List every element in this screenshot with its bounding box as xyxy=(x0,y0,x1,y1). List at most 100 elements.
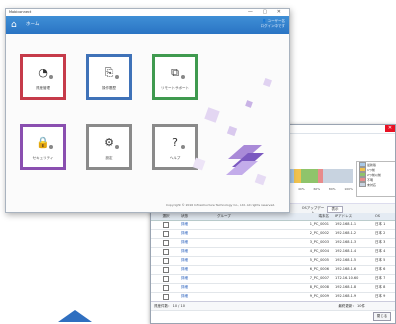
column-header[interactable]: グループ xyxy=(215,213,271,220)
table-row[interactable]: 詳細 4_PC_0004 192.168.1.4 日本 4 xyxy=(151,248,395,257)
detail-link[interactable]: 詳細 xyxy=(179,230,215,238)
detail-link[interactable]: 詳細 xyxy=(179,275,215,283)
detail-link[interactable]: 詳細 xyxy=(179,257,215,265)
table-header: 選択 状態 グループ 端末名 IPアドレス OS xyxy=(151,213,395,221)
table-row[interactable]: 詳細 2_PC_0002 192.168.1.2 日本 2 xyxy=(151,230,395,239)
device-name-cell: 5_PC_0005 xyxy=(309,258,329,262)
os-cell: 日本 1 xyxy=(375,222,386,226)
row-checkbox[interactable] xyxy=(151,266,179,274)
tile-label: セキュリティ xyxy=(32,156,54,160)
close-button[interactable]: 閉じる xyxy=(373,312,391,321)
decor-square xyxy=(263,78,272,87)
detail-link[interactable]: 詳細 xyxy=(179,266,215,274)
bar-segment xyxy=(300,169,318,183)
os-cell: 日本 4 xyxy=(375,249,386,253)
column-header[interactable]: 選択 xyxy=(151,213,179,220)
tile-label: 設定 xyxy=(105,156,113,160)
table-footer: 資産件数： 10 / 10 最終更新： 10件 xyxy=(151,301,395,310)
tile-6[interactable]: ? ヘルプ xyxy=(152,124,198,170)
decor-square xyxy=(204,107,220,123)
ip-cell: 192.168.1.9 xyxy=(335,294,357,298)
table-row[interactable]: 詳細 3_PC_0003 192.168.1.3 日本 3 xyxy=(151,239,395,248)
decor-square xyxy=(245,100,253,108)
row-checkbox[interactable] xyxy=(151,221,179,229)
column-header[interactable]: 状態 xyxy=(179,213,215,220)
row-checkbox[interactable] xyxy=(151,284,179,292)
chart-legend: 最新版 1つ前 2つ前以前 不明 未対応 xyxy=(356,161,395,197)
filter-select[interactable]: 表示 xyxy=(327,206,343,213)
tile-1[interactable]: ◔ 資産管理 xyxy=(20,54,66,100)
tile-badge xyxy=(49,145,53,149)
group-cell xyxy=(215,221,271,229)
home-icon[interactable]: ⌂ xyxy=(11,20,21,30)
tile-label: 操作履歴 xyxy=(102,86,116,90)
detail-link[interactable]: 詳細 xyxy=(179,248,215,256)
lock-icon: 🔒 xyxy=(36,136,50,149)
detail-link[interactable]: 詳細 xyxy=(179,284,215,292)
tile-badge xyxy=(49,75,53,79)
decor-square xyxy=(226,125,238,137)
column-header[interactable]: OS xyxy=(373,213,395,220)
column-header[interactable]: 端末名 xyxy=(271,213,333,220)
tile-4[interactable]: 🔒 セキュリティ xyxy=(20,124,66,170)
last-update: 最終更新： 10件 xyxy=(338,304,365,308)
group-cell xyxy=(215,275,271,283)
detail-link[interactable]: 詳細 xyxy=(179,239,215,247)
tile-5[interactable]: ⚙ 設定 xyxy=(86,124,132,170)
table-row[interactable]: 詳細 8_PC_0008 192.168.1.8 日本 8 xyxy=(151,284,395,293)
back-close-icon[interactable]: ✕ xyxy=(385,125,395,132)
clock-icon: ◔ xyxy=(38,66,48,79)
table-row[interactable]: 詳細 1_PC_0001 192.168.1.1 日本 1 xyxy=(151,221,395,230)
copyright: Copyright © 2016 Infrastructure Technolo… xyxy=(166,203,276,207)
ip-cell: 192.168.1.1 xyxy=(335,222,357,226)
detail-link[interactable]: 詳細 xyxy=(179,293,215,301)
device-name-cell: 3_PC_0003 xyxy=(309,240,329,244)
group-cell xyxy=(215,266,271,274)
tile-badge xyxy=(181,75,185,79)
ip-cell: 192.168.1.8 xyxy=(335,285,357,289)
table-row[interactable]: 詳細 6_PC_0006 192.168.1.6 日本 6 xyxy=(151,266,395,275)
detail-link[interactable]: 詳細 xyxy=(179,221,215,229)
tile-badge xyxy=(115,145,119,149)
header-bar: ⌂ ホーム 👤 ユーザー名 ログイン中です xyxy=(6,16,289,34)
table-row[interactable]: 詳細 7_PC_0007 172.16.10.60 日本 7 xyxy=(151,275,395,284)
title-bar: Mobiconnect — ▢ ✕ xyxy=(6,9,289,16)
os-cell: 日本 6 xyxy=(375,267,386,271)
device-name-cell: 1_PC_0001 xyxy=(309,222,329,226)
column-header[interactable]: IPアドレス xyxy=(333,213,373,220)
window-title: Mobiconnect xyxy=(9,10,32,14)
user-info[interactable]: 👤 ユーザー名 ログイン中です xyxy=(261,19,286,29)
row-checkbox[interactable] xyxy=(151,230,179,238)
tile-2[interactable]: ⎘ 操作履歴 xyxy=(86,54,132,100)
tile-label: リモートサポート xyxy=(161,86,189,90)
gear-icon: ⚙ xyxy=(104,136,114,149)
row-checkbox[interactable] xyxy=(151,239,179,247)
row-checkbox[interactable] xyxy=(151,257,179,265)
device-name-cell: 8_PC_0008 xyxy=(309,285,329,289)
row-checkbox[interactable] xyxy=(151,293,179,301)
bar-segment xyxy=(322,169,353,183)
group-cell xyxy=(215,284,271,292)
tick-label: 80% xyxy=(328,187,336,191)
device-name-cell: 6_PC_0006 xyxy=(309,267,329,271)
row-checkbox[interactable] xyxy=(151,275,179,283)
asset-table: 選択 状態 グループ 端末名 IPアドレス OS 詳細 1_PC_0001 192.… xyxy=(151,213,395,311)
ip-cell: 192.168.1.6 xyxy=(335,267,357,271)
legend-label: 最新版 xyxy=(367,162,377,167)
group-cell xyxy=(215,230,271,238)
group-cell xyxy=(215,257,271,265)
table-row[interactable]: 詳細 5_PC_0005 192.168.1.5 日本 5 xyxy=(151,257,395,266)
device-name-cell: 2_PC_0002 xyxy=(309,231,329,235)
remote-screen-icon: ⧉ xyxy=(171,66,179,79)
tick-label: 60% xyxy=(313,187,321,191)
document-icon: ⎘ xyxy=(104,66,114,79)
tick-label: 40% xyxy=(298,187,305,191)
os-cell: 日本 9 xyxy=(375,294,386,298)
legend-item: 未対応 xyxy=(357,182,395,187)
row-checkbox[interactable] xyxy=(151,248,179,256)
os-cell: 日本 5 xyxy=(375,258,386,262)
app-logo-icon xyxy=(226,145,264,175)
window-controls[interactable]: — ▢ ✕ xyxy=(248,9,285,16)
tile-3[interactable]: ⧉ リモートサポート xyxy=(152,54,198,100)
device-name-cell: 7_PC_0007 xyxy=(309,276,329,280)
